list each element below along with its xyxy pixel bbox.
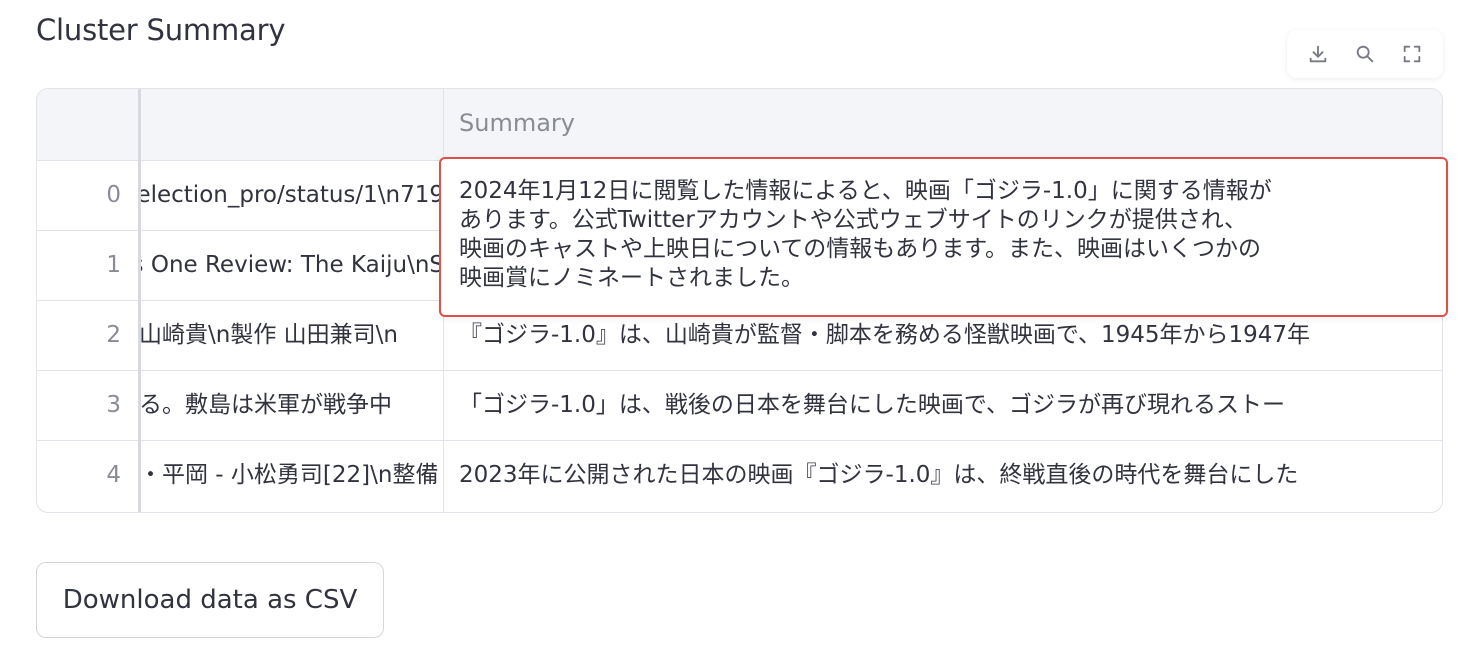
row-index: 4 xyxy=(106,462,121,488)
table-row[interactable]: 3 る。敷島は米軍が戦争中 「ゴジラ-1.0」は、戦後の日本を舞台にした映画で、… xyxy=(37,371,1442,441)
source-cell[interactable]: ・平岡 - 小松勇司[22]\n整備 xyxy=(139,441,444,510)
header-source[interactable] xyxy=(139,89,444,161)
table-row[interactable]: 4 ・平岡 - 小松勇司[22]\n整備 2023年に公開された日本の映画『ゴジ… xyxy=(37,441,1442,511)
header-summary[interactable]: Summary xyxy=(444,89,1442,161)
source-cell[interactable]: election_pro/status/1\n719 xyxy=(139,161,444,230)
summary-cell[interactable]: 「ゴジラ-1.0」は、戦後の日本を舞台にした映画で、ゴジラが再び現れるストー xyxy=(444,371,1442,440)
tooltip-line: 2024年1月12日に閲覧した情報によると、映画「ゴジラ-1.0」に関する情報が xyxy=(459,178,1272,204)
header-index xyxy=(37,89,139,161)
row-index: 0 xyxy=(106,182,121,208)
table-toolbar xyxy=(1287,30,1443,78)
source-cell[interactable]: s One Review: The Kaiju\nS xyxy=(139,231,444,300)
frozen-column-divider xyxy=(138,89,141,512)
row-index: 2 xyxy=(106,322,121,348)
source-cell[interactable]: 山崎貴\n製作 山田兼司\n xyxy=(139,301,444,370)
summary-cell[interactable]: 2023年に公開された日本の映画『ゴジラ-1.0』は、終戦直後の時代を舞台にした xyxy=(444,441,1442,510)
page-title: Cluster Summary xyxy=(36,13,286,47)
tooltip-line: 映画のキャストや上映日についての情報もあります。また、映画はいくつかの xyxy=(459,236,1262,262)
table-header: Summary xyxy=(37,89,1442,161)
row-index: 3 xyxy=(106,392,121,418)
row-index: 1 xyxy=(106,252,121,278)
download-csv-button[interactable]: Download data as CSV xyxy=(36,562,384,638)
tooltip-line: あります。公式Twitterアカウントや公式ウェブサイトのリンクが提供され、 xyxy=(459,207,1248,233)
search-icon[interactable] xyxy=(1351,40,1379,68)
cell-tooltip: 2024年1月12日に閲覧した情報によると、映画「ゴジラ-1.0」に関する情報が… xyxy=(439,157,1448,317)
fullscreen-icon[interactable] xyxy=(1398,40,1426,68)
header-summary-label: Summary xyxy=(459,109,575,137)
tooltip-line: 映画賞にノミネートされました。 xyxy=(459,265,804,291)
download-icon[interactable] xyxy=(1304,40,1332,68)
source-cell[interactable]: る。敷島は米軍が戦争中 xyxy=(139,371,444,440)
